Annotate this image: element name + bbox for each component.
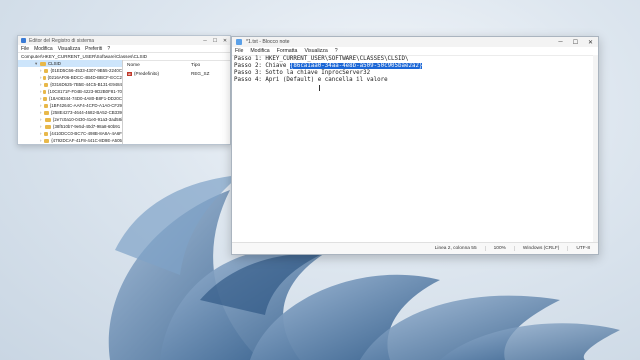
folder-icon: [43, 82, 49, 87]
column-type-header[interactable]: Tipo: [191, 63, 200, 68]
menu-visualizza[interactable]: Visualizza: [304, 48, 327, 54]
folder-icon: [44, 117, 51, 122]
value-type: REG_SZ: [191, 71, 210, 76]
text-line-3: Passo 3: Sotto la chiave InprocServer32: [234, 70, 371, 76]
value-name: (Predefinito): [134, 71, 160, 76]
text-editor[interactable]: Passo 1: HKEY_CURRENT_USER\SOFTWARE\CLAS…: [232, 55, 598, 242]
folder-icon: [42, 75, 46, 80]
registry-values-list[interactable]: Nome Tipo ab (Predefinito) REG_SZ: [123, 60, 230, 144]
folder-icon: [43, 96, 48, 101]
status-bar: Linea 2, colonna 55 100% Windows (CRLF) …: [232, 242, 598, 254]
minimize-button[interactable]: ─: [553, 39, 568, 45]
registry-app-icon: [21, 38, 26, 43]
close-button[interactable]: ✕: [583, 39, 598, 46]
registry-titlebar[interactable]: Editor del Registro di sistema ─ ☐ ✕: [18, 36, 230, 45]
tree-item-clsid[interactable]: ▾ CLSID: [18, 60, 122, 67]
registry-tree[interactable]: ▾ CLSID › {01ED5C66-4533-4307-9B55-2240C › {0…: [18, 60, 123, 144]
tree-item-label: {2e7c0a10-0430-41e0-91a3-3ad58i: [52, 117, 122, 122]
folder-icon: [43, 131, 48, 136]
text-cursor-icon: [319, 85, 322, 91]
chevron-right-icon[interactable]: ›: [40, 131, 44, 136]
status-position: Linea 2, colonna 55: [434, 246, 477, 251]
registry-title: Editor del Registro di sistema: [29, 37, 95, 44]
folder-icon: [45, 124, 51, 129]
tree-item[interactable]: › {0316D625-7B5E-44C5-B131-E9484: [18, 81, 122, 88]
menu-file[interactable]: File: [235, 48, 243, 54]
notepad-title: *1.txt - Blocco note: [246, 39, 290, 45]
tree-item-label: CLSID: [48, 61, 61, 66]
text-line-2: Passo 2: Chiave {86ca1aa0-34aa-4e8b-a509…: [234, 63, 596, 70]
text-line-4: Passo 4: Apri (Default) e cancella il va…: [234, 77, 388, 83]
tree-item-label: {1BF4264C-AAF4-4CFD-A1A0-CF29: [49, 103, 122, 108]
folder-icon: [44, 110, 49, 115]
text-line-1: Passo 1: HKEY_CURRENT_USER\SOFTWARE\CLAS…: [234, 56, 409, 62]
menu-file[interactable]: File: [21, 46, 29, 52]
text-line-2-prefix: Passo 2: Chiave: [234, 63, 290, 69]
menu-help[interactable]: ?: [107, 46, 110, 52]
notepad-titlebar[interactable]: *1.txt - Blocco note ─ ☐ ✕: [232, 37, 598, 47]
folder-icon: [42, 89, 47, 94]
column-name-header[interactable]: Nome: [127, 63, 191, 68]
maximize-button[interactable]: ☐: [210, 38, 220, 44]
tree-item[interactable]: › {2e7c0a10-0430-41e0-91a3-3ad58i: [18, 116, 122, 123]
value-row[interactable]: ab (Predefinito) REG_SZ: [127, 71, 209, 76]
menu-visualizza[interactable]: Visualizza: [58, 46, 80, 52]
string-value-icon: ab: [127, 71, 132, 76]
notepad-app-icon: [236, 39, 242, 45]
registry-editor-window[interactable]: Editor del Registro di sistema ─ ☐ ✕ Fil…: [17, 35, 231, 145]
tree-item-label: {01ED5C66-4533-4307-9B55-2240C: [50, 68, 122, 73]
tree-item-label: {4792DCAF-41F8-441C-8D9E-A505: [51, 138, 122, 143]
tree-item-label: {18A08344-74D0-4A80-B8F1-DD20C: [49, 96, 122, 101]
tree-item[interactable]: › {0216AF06-BDCC-4B4D-BBCF-ECC2: [18, 74, 122, 81]
tree-item-label: {10C8171F-F04B-4223-9D2B0F81-70: [48, 89, 122, 94]
menu-modifica[interactable]: Modifica: [250, 48, 269, 54]
folder-icon: [43, 103, 48, 108]
tree-item[interactable]: › {4410DCC0-BC7C-498B-8A8A-4A6F: [18, 130, 122, 137]
tree-item[interactable]: › {1BF4264C-AAF4-4CFD-A1A0-CF29: [18, 102, 122, 109]
menu-modifica[interactable]: Modifica: [34, 46, 53, 52]
tree-item[interactable]: › {38f510b7-9e5d-40d7-98a8-60b91: [18, 123, 122, 130]
tree-item-label: {0316D625-7B5E-44C5-B131-E9484: [50, 82, 122, 87]
status-eol: Windows (CRLF): [513, 246, 568, 251]
close-button[interactable]: ✕: [220, 38, 230, 44]
maximize-button[interactable]: ☐: [568, 39, 583, 46]
notepad-window[interactable]: *1.txt - Blocco note ─ ☐ ✕ File Modifica…: [231, 36, 599, 255]
menu-formatta[interactable]: Formatta: [277, 48, 298, 54]
tree-item[interactable]: › {18A08344-74D0-4A80-B8F1-DD20C: [18, 95, 122, 102]
tree-item[interactable]: › {258E4273-4644-4682-BA52-CB339: [18, 109, 122, 116]
menu-help[interactable]: ?: [335, 48, 338, 54]
tree-item-label: {0216AF06-BDCC-4B4D-BBCF-ECC2: [47, 75, 122, 80]
folder-icon: [40, 61, 46, 66]
tree-item-label: {258E4273-4644-4682-BA52-CB339: [50, 110, 122, 115]
tree-item[interactable]: › {10C8171F-F04B-4223-9D2B0F81-70: [18, 88, 122, 95]
tree-item-label: {38f510b7-9e5d-40d7-98a8-60b91: [53, 124, 121, 129]
folder-icon: [44, 138, 50, 143]
selected-text[interactable]: {86ca1aa0-34aa-4e8b-a509-50c905bae2a2}: [289, 63, 423, 69]
tree-item[interactable]: › {4792DCAF-41F8-441C-8D9E-A505: [18, 137, 122, 144]
tree-item-label: {4410DCC0-BC7C-498B-8A8A-4A6F: [49, 131, 122, 136]
tree-item[interactable]: › {01ED5C66-4533-4307-9B55-2240C: [18, 67, 122, 74]
status-zoom: 100%: [484, 246, 514, 251]
folder-icon: [43, 68, 49, 73]
vertical-scrollbar[interactable]: [593, 55, 598, 242]
registry-menubar: File Modifica Visualizza Preferiti ?: [18, 45, 230, 52]
status-encoding: UTF-8: [567, 246, 598, 251]
menu-preferiti[interactable]: Preferiti: [85, 46, 102, 52]
minimize-button[interactable]: ─: [200, 38, 210, 44]
